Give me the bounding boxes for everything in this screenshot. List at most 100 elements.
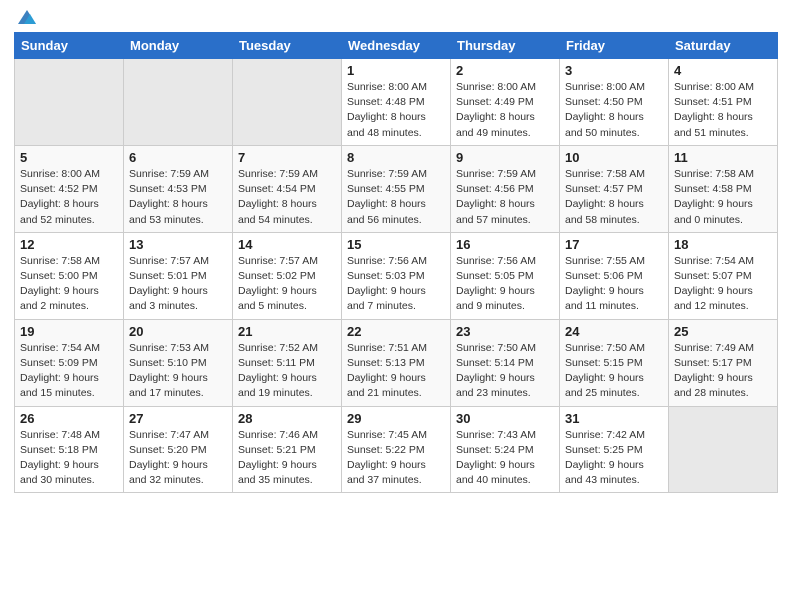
week-row-1: 1 Sunrise: 8:00 AMSunset: 4:48 PMDaylight… <box>15 59 778 146</box>
calendar-cell: 13 Sunrise: 7:57 AMSunset: 5:01 PMDayligh… <box>124 232 233 319</box>
day-number: 31 <box>565 411 663 426</box>
calendar-cell: 28 Sunrise: 7:46 AMSunset: 5:21 PMDayligh… <box>233 406 342 493</box>
calendar-cell: 11Sunrise: 7:58 AMSunset: 4:58 PMDayligh… <box>669 145 778 232</box>
calendar-cell <box>15 59 124 146</box>
day-number: 14 <box>238 237 336 252</box>
day-info: Sunrise: 7:54 AMSunset: 5:07 PMDaylight:… <box>674 254 772 315</box>
calendar-cell: 15 Sunrise: 7:56 AMSunset: 5:03 PMDayligh… <box>342 232 451 319</box>
calendar-cell: 23 Sunrise: 7:50 AMSunset: 5:14 PMDayligh… <box>451 319 560 406</box>
weekday-thursday: Thursday <box>451 33 560 59</box>
day-info: Sunrise: 8:00 AMSunset: 4:48 PMDaylight:… <box>347 80 445 141</box>
day-info: Sunrise: 7:42 AMSunset: 5:25 PMDaylight:… <box>565 428 663 489</box>
day-number: 18 <box>674 237 772 252</box>
day-info: Sunrise: 7:50 AMSunset: 5:14 PMDaylight:… <box>456 341 554 402</box>
day-info: Sunrise: 7:48 AMSunset: 5:18 PMDaylight:… <box>20 428 118 489</box>
day-number: 26 <box>20 411 118 426</box>
day-number: 27 <box>129 411 227 426</box>
calendar-cell: 4 Sunrise: 8:00 AMSunset: 4:51 PMDaylight… <box>669 59 778 146</box>
day-number: 21 <box>238 324 336 339</box>
day-number: 29 <box>347 411 445 426</box>
day-number: 8 <box>347 150 445 165</box>
day-info: Sunrise: 7:43 AMSunset: 5:24 PMDaylight:… <box>456 428 554 489</box>
day-number: 3 <box>565 63 663 78</box>
day-info: Sunrise: 7:47 AMSunset: 5:20 PMDaylight:… <box>129 428 227 489</box>
day-number: 30 <box>456 411 554 426</box>
day-info: Sunrise: 7:59 AMSunset: 4:53 PMDaylight:… <box>129 167 227 228</box>
day-info: Sunrise: 7:45 AMSunset: 5:22 PMDaylight:… <box>347 428 445 489</box>
calendar-cell: 10 Sunrise: 7:58 AMSunset: 4:57 PMDayligh… <box>560 145 669 232</box>
day-number: 28 <box>238 411 336 426</box>
day-number: 24 <box>565 324 663 339</box>
calendar-cell: 29 Sunrise: 7:45 AMSunset: 5:22 PMDayligh… <box>342 406 451 493</box>
day-number: 4 <box>674 63 772 78</box>
calendar-cell: 21 Sunrise: 7:52 AMSunset: 5:11 PMDayligh… <box>233 319 342 406</box>
calendar-cell: 5Sunrise: 8:00 AMSunset: 4:52 PMDaylight… <box>15 145 124 232</box>
day-info: Sunrise: 7:56 AMSunset: 5:03 PMDaylight:… <box>347 254 445 315</box>
logo-icon <box>16 6 38 28</box>
weekday-wednesday: Wednesday <box>342 33 451 59</box>
weekday-friday: Friday <box>560 33 669 59</box>
calendar-cell: 30 Sunrise: 7:43 AMSunset: 5:24 PMDayligh… <box>451 406 560 493</box>
day-info: Sunrise: 7:50 AMSunset: 5:15 PMDaylight:… <box>565 341 663 402</box>
calendar-cell: 17 Sunrise: 7:55 AMSunset: 5:06 PMDayligh… <box>560 232 669 319</box>
calendar-cell: 1 Sunrise: 8:00 AMSunset: 4:48 PMDaylight… <box>342 59 451 146</box>
day-number: 10 <box>565 150 663 165</box>
calendar-cell: 8 Sunrise: 7:59 AMSunset: 4:55 PMDaylight… <box>342 145 451 232</box>
day-number: 6 <box>129 150 227 165</box>
calendar-cell: 9 Sunrise: 7:59 AMSunset: 4:56 PMDaylight… <box>451 145 560 232</box>
day-info: Sunrise: 7:59 AMSunset: 4:55 PMDaylight:… <box>347 167 445 228</box>
weekday-sunday: Sunday <box>15 33 124 59</box>
calendar-table: SundayMondayTuesdayWednesdayThursdayFrid… <box>14 32 778 493</box>
day-number: 17 <box>565 237 663 252</box>
calendar-cell: 31 Sunrise: 7:42 AMSunset: 5:25 PMDayligh… <box>560 406 669 493</box>
week-row-4: 19 Sunrise: 7:54 AMSunset: 5:09 PMDayligh… <box>15 319 778 406</box>
day-number: 13 <box>129 237 227 252</box>
calendar-cell: 18 Sunrise: 7:54 AMSunset: 5:07 PMDayligh… <box>669 232 778 319</box>
day-info: Sunrise: 8:00 AMSunset: 4:49 PMDaylight:… <box>456 80 554 141</box>
day-info: Sunrise: 7:56 AMSunset: 5:05 PMDaylight:… <box>456 254 554 315</box>
weekday-tuesday: Tuesday <box>233 33 342 59</box>
day-info: Sunrise: 7:49 AMSunset: 5:17 PMDaylight:… <box>674 341 772 402</box>
day-info: Sunrise: 7:57 AMSunset: 5:02 PMDaylight:… <box>238 254 336 315</box>
day-info: Sunrise: 7:54 AMSunset: 5:09 PMDaylight:… <box>20 341 118 402</box>
calendar-cell: 27 Sunrise: 7:47 AMSunset: 5:20 PMDayligh… <box>124 406 233 493</box>
calendar-cell <box>233 59 342 146</box>
calendar-cell: 6 Sunrise: 7:59 AMSunset: 4:53 PMDaylight… <box>124 145 233 232</box>
day-info: Sunrise: 8:00 AMSunset: 4:52 PMDaylight:… <box>20 167 118 228</box>
day-info: Sunrise: 7:52 AMSunset: 5:11 PMDaylight:… <box>238 341 336 402</box>
logo <box>14 14 38 24</box>
day-number: 1 <box>347 63 445 78</box>
day-info: Sunrise: 7:55 AMSunset: 5:06 PMDaylight:… <box>565 254 663 315</box>
day-number: 9 <box>456 150 554 165</box>
day-number: 19 <box>20 324 118 339</box>
day-info: Sunrise: 7:58 AMSunset: 4:58 PMDaylight:… <box>674 167 772 228</box>
day-info: Sunrise: 7:58 AMSunset: 5:00 PMDaylight:… <box>20 254 118 315</box>
day-number: 25 <box>674 324 772 339</box>
day-info: Sunrise: 7:46 AMSunset: 5:21 PMDaylight:… <box>238 428 336 489</box>
header <box>14 10 778 24</box>
calendar-cell: 22Sunrise: 7:51 AMSunset: 5:13 PMDayligh… <box>342 319 451 406</box>
calendar-cell: 16 Sunrise: 7:56 AMSunset: 5:05 PMDayligh… <box>451 232 560 319</box>
day-info: Sunrise: 7:59 AMSunset: 4:54 PMDaylight:… <box>238 167 336 228</box>
calendar-cell: 14 Sunrise: 7:57 AMSunset: 5:02 PMDayligh… <box>233 232 342 319</box>
calendar-cell: 19 Sunrise: 7:54 AMSunset: 5:09 PMDayligh… <box>15 319 124 406</box>
page: SundayMondayTuesdayWednesdayThursdayFrid… <box>0 0 792 507</box>
day-info: Sunrise: 7:59 AMSunset: 4:56 PMDaylight:… <box>456 167 554 228</box>
day-number: 22 <box>347 324 445 339</box>
calendar-cell: 24 Sunrise: 7:50 AMSunset: 5:15 PMDayligh… <box>560 319 669 406</box>
calendar-cell: 25 Sunrise: 7:49 AMSunset: 5:17 PMDayligh… <box>669 319 778 406</box>
day-number: 2 <box>456 63 554 78</box>
week-row-3: 12Sunrise: 7:58 AMSunset: 5:00 PMDayligh… <box>15 232 778 319</box>
weekday-monday: Monday <box>124 33 233 59</box>
calendar-cell: 3Sunrise: 8:00 AMSunset: 4:50 PMDaylight… <box>560 59 669 146</box>
day-info: Sunrise: 7:57 AMSunset: 5:01 PMDaylight:… <box>129 254 227 315</box>
day-info: Sunrise: 8:00 AMSunset: 4:51 PMDaylight:… <box>674 80 772 141</box>
day-number: 15 <box>347 237 445 252</box>
day-info: Sunrise: 7:58 AMSunset: 4:57 PMDaylight:… <box>565 167 663 228</box>
week-row-2: 5Sunrise: 8:00 AMSunset: 4:52 PMDaylight… <box>15 145 778 232</box>
calendar-cell: 20Sunrise: 7:53 AMSunset: 5:10 PMDayligh… <box>124 319 233 406</box>
day-info: Sunrise: 7:53 AMSunset: 5:10 PMDaylight:… <box>129 341 227 402</box>
day-number: 7 <box>238 150 336 165</box>
day-number: 16 <box>456 237 554 252</box>
day-number: 23 <box>456 324 554 339</box>
